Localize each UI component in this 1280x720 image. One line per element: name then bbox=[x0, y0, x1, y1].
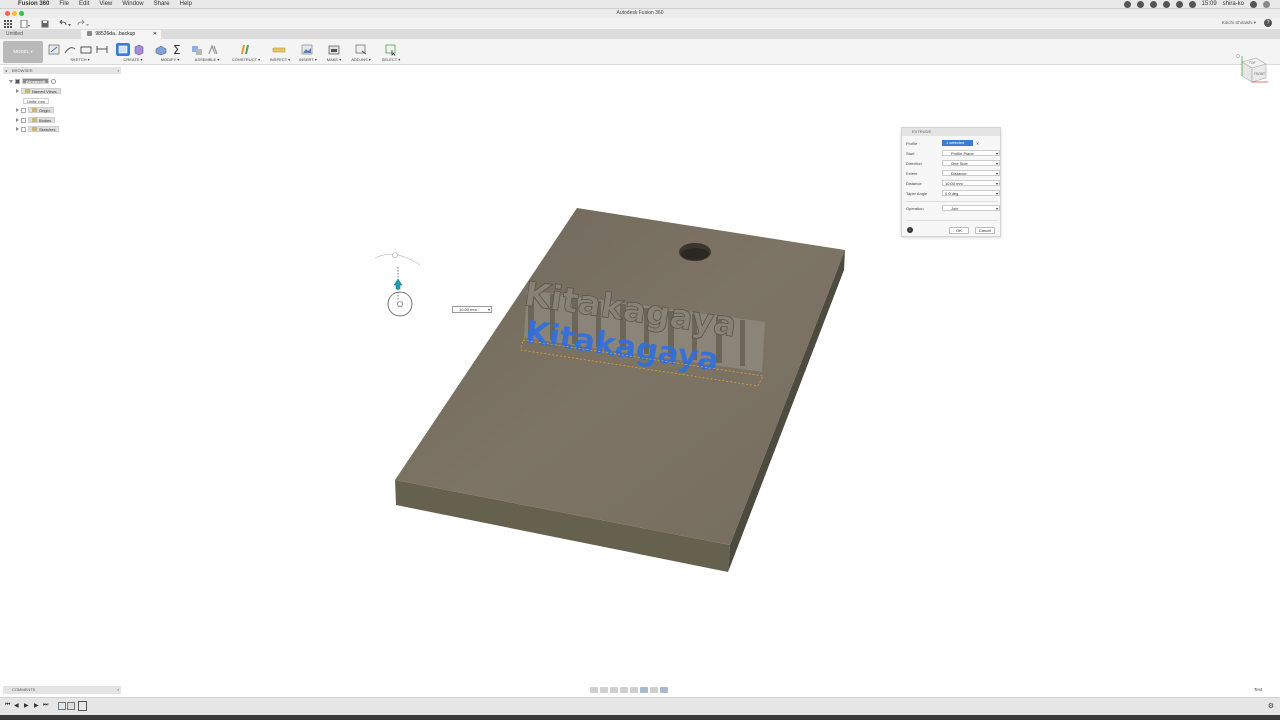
taper-angle-label: Taper Angle bbox=[906, 191, 928, 196]
operation-select[interactable]: Join bbox=[942, 205, 1000, 211]
timeline-settings-icon[interactable]: ⚙ bbox=[1268, 702, 1274, 710]
home-view-icon[interactable] bbox=[1236, 54, 1240, 58]
operation-label: Operation bbox=[906, 206, 924, 211]
taper-angle-row: Taper Angle 0.0 deg bbox=[906, 190, 1000, 197]
timeline-feature-sketch-icon[interactable] bbox=[58, 702, 66, 710]
selection-filter-label: Text bbox=[1254, 687, 1263, 692]
next-step-icon[interactable]: ▶ bbox=[34, 702, 39, 709]
extrude-title: EXTRUDE bbox=[912, 129, 932, 134]
start-label: Start bbox=[906, 151, 915, 156]
timeline-feature-hole-icon[interactable] bbox=[67, 702, 75, 710]
mounting-hole-inner bbox=[681, 248, 709, 260]
distance-input[interactable]: 10.00 mm bbox=[452, 306, 492, 313]
angle-handle-icon[interactable] bbox=[392, 252, 398, 258]
profile-selection[interactable]: 1 selected bbox=[942, 140, 973, 146]
pin-icon[interactable]: ▪ bbox=[118, 686, 119, 694]
distance-field[interactable]: 10.00 mm bbox=[942, 180, 1000, 186]
ok-button[interactable]: OK bbox=[949, 227, 969, 234]
start-select[interactable]: Profile Plane bbox=[942, 150, 1000, 156]
distance-row: Distance 10.00 mm bbox=[906, 180, 1000, 187]
operation-row: Operation Join bbox=[906, 205, 1000, 212]
look-at-icon[interactable] bbox=[600, 687, 608, 693]
taper-angle-field[interactable]: 0.0 deg bbox=[942, 190, 1000, 196]
viewports-icon[interactable] bbox=[660, 687, 668, 693]
timeline-feature-text-icon[interactable] bbox=[78, 701, 87, 711]
viewport-canvas[interactable]: Kitakagaya Kitakagaya bbox=[0, 0, 1280, 720]
direction-row: Direction One Side bbox=[906, 160, 1000, 167]
extent-select[interactable]: Distance bbox=[942, 170, 1000, 176]
direction-select[interactable]: One Side bbox=[942, 160, 1000, 166]
zoom-icon[interactable] bbox=[620, 687, 628, 693]
extrude-dialog-header[interactable]: EXTRUDE bbox=[902, 128, 1000, 136]
display-settings-icon[interactable] bbox=[640, 687, 648, 693]
profile-label: Profile bbox=[906, 141, 918, 146]
viewcube[interactable]: FRONT TOP bbox=[1234, 52, 1270, 86]
orbit-icon[interactable] bbox=[590, 687, 598, 693]
extrude-dialog: EXTRUDE Profile 1 selected ✕ Start Profi… bbox=[901, 127, 1001, 237]
first-step-icon[interactable]: ⏮ bbox=[5, 702, 10, 709]
cancel-button[interactable]: Cancel bbox=[975, 227, 995, 234]
timeline: ⏮ ◀ ▶ ▶ ⏭ ⚙ bbox=[0, 697, 1280, 715]
start-row: Start Profile Plane bbox=[906, 150, 1000, 157]
clear-selection-icon[interactable]: ✕ bbox=[976, 140, 979, 147]
dialog-divider bbox=[906, 201, 998, 202]
last-step-icon[interactable]: ⏭ bbox=[43, 702, 48, 709]
direction-label: Direction bbox=[906, 161, 922, 166]
comments-title: COMMENTS bbox=[12, 687, 36, 692]
grid-settings-icon[interactable] bbox=[650, 687, 658, 693]
comments-panel[interactable]: COMMENTS ▪ bbox=[3, 686, 121, 694]
extent-label: Extent bbox=[906, 171, 918, 176]
viewcube-front-label: FRONT bbox=[1254, 72, 1265, 76]
fit-icon[interactable] bbox=[630, 687, 638, 693]
previous-step-icon[interactable]: ◀ bbox=[14, 702, 19, 709]
dialog-divider bbox=[906, 220, 998, 221]
dock-strip bbox=[0, 715, 1280, 720]
viewcube-top-label: TOP bbox=[1248, 61, 1255, 65]
manipulator-center-icon[interactable] bbox=[397, 301, 403, 307]
info-icon[interactable]: i bbox=[907, 227, 913, 233]
extent-row: Extent Distance bbox=[906, 170, 1000, 177]
manipulator-ring[interactable] bbox=[387, 291, 413, 317]
play-icon[interactable]: ▶ bbox=[24, 702, 29, 709]
profile-row: Profile 1 selected ✕ bbox=[906, 140, 998, 147]
pan-icon[interactable] bbox=[610, 687, 618, 693]
distance-label: Distance bbox=[906, 181, 922, 186]
navigation-bar bbox=[590, 686, 690, 694]
distance-arrow-icon[interactable] bbox=[393, 278, 403, 290]
